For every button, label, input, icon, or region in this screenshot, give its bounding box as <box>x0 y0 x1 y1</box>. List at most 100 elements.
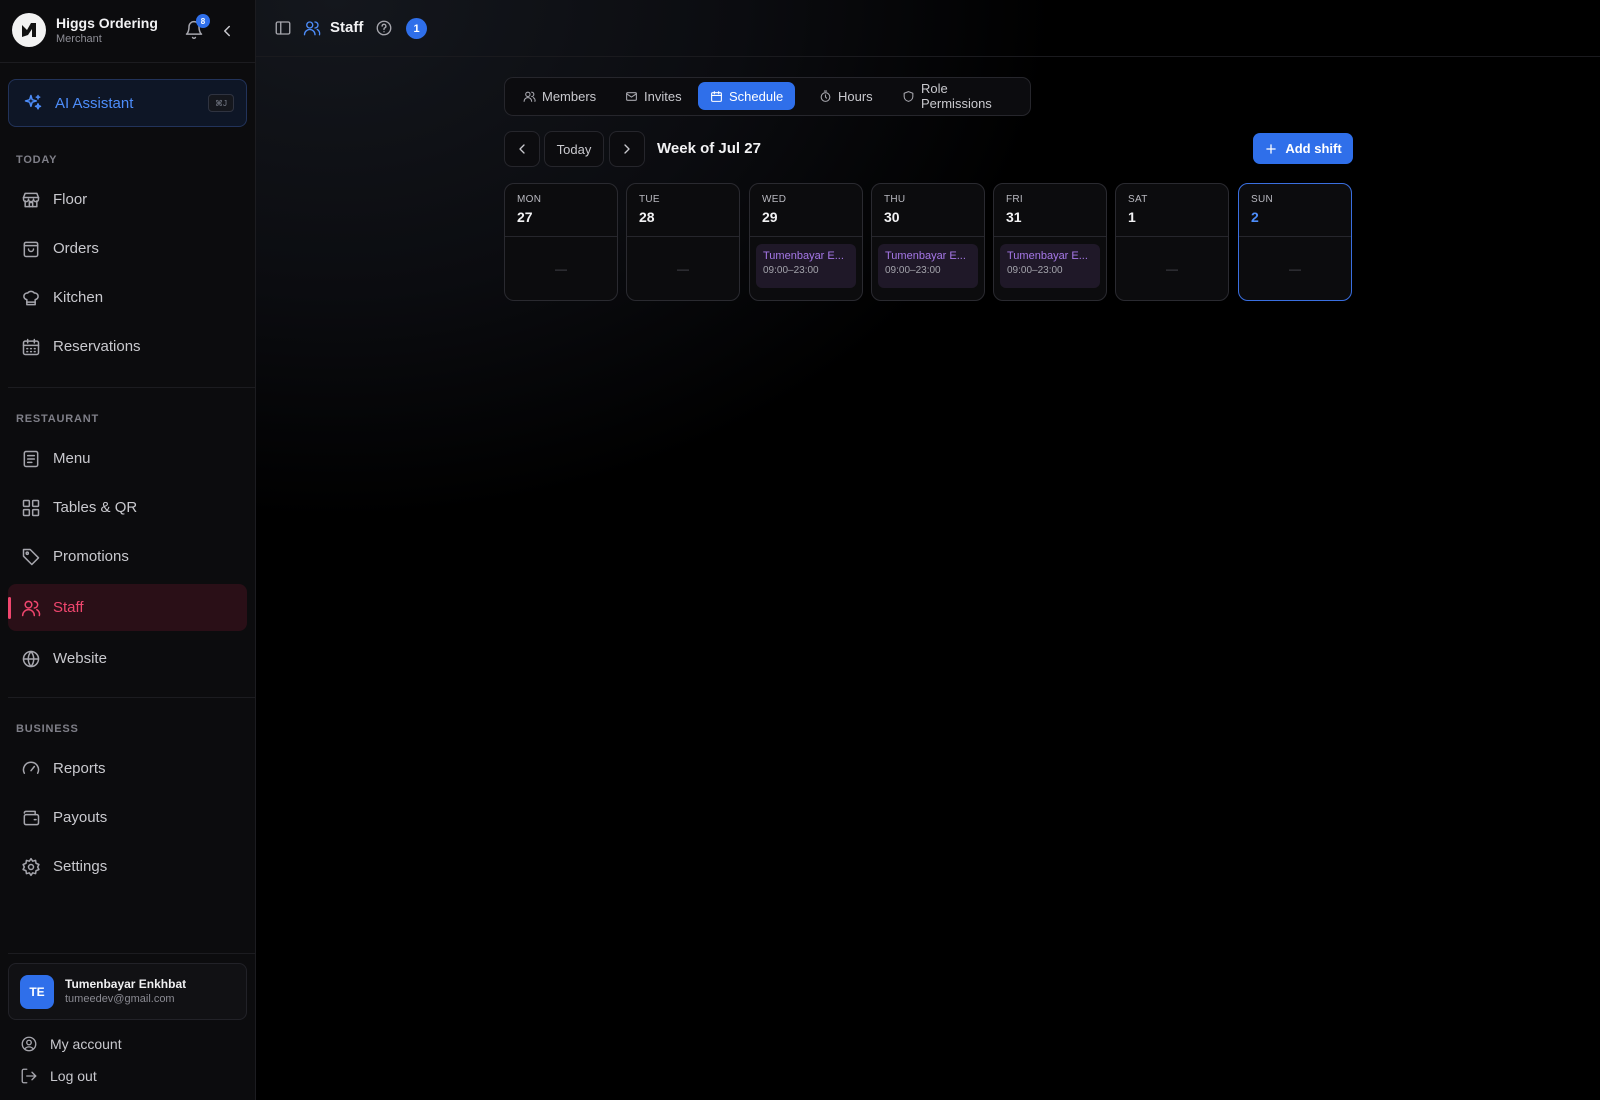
divider <box>0 62 256 63</box>
my-account-link[interactable]: My account <box>20 1035 122 1053</box>
tab-members[interactable]: Members <box>511 82 608 110</box>
day-column-tue[interactable]: TUE 28 — <box>626 183 740 301</box>
notification-badge: 8 <box>196 14 210 28</box>
store-icon <box>21 190 41 210</box>
sidebar-item-orders[interactable]: Orders <box>8 225 247 272</box>
section-label-restaurant: RESTAURANT <box>16 413 99 425</box>
day-column-sun[interactable]: SUN 2 — <box>1238 183 1352 301</box>
avatar: TE <box>20 974 54 1009</box>
next-week-button[interactable] <box>609 131 645 167</box>
calendar-icon <box>710 90 723 103</box>
shift-time: 09:00–23:00 <box>885 265 941 276</box>
plus-icon <box>1266 143 1277 154</box>
day-number: 30 <box>884 209 900 225</box>
shield-icon <box>902 90 915 103</box>
day-column-wed[interactable]: WED 29 Tumenbayar E... 09:00–23:00 <box>749 183 863 301</box>
section-label-business: BUSINESS <box>16 723 79 735</box>
sidebar-toggle-icon[interactable] <box>274 19 292 37</box>
previous-week-button[interactable] <box>504 131 540 167</box>
sidebar-item-tables-qr[interactable]: Tables & QR <box>8 484 247 531</box>
chevron-left-icon[interactable] <box>218 22 236 40</box>
calendar-icon <box>21 337 41 357</box>
sidebar-item-label: Menu <box>53 450 91 467</box>
shift-card[interactable]: Tumenbayar E... 09:00–23:00 <box>878 244 978 288</box>
day-name: SUN <box>1251 194 1274 205</box>
divider <box>8 697 256 698</box>
sidebar-item-settings[interactable]: Settings <box>8 843 247 890</box>
brand[interactable]: Higgs Ordering Merchant <box>12 13 158 47</box>
timer-icon <box>819 90 832 103</box>
today-button[interactable]: Today <box>544 131 604 167</box>
shopping-bag-icon <box>21 239 41 259</box>
sidebar-item-label: Payouts <box>53 809 108 826</box>
sidebar-item-promotions[interactable]: Promotions <box>8 533 247 580</box>
shift-card[interactable]: Tumenbayar E... 09:00–23:00 <box>1000 244 1100 288</box>
day-column-mon[interactable]: MON 27 — <box>504 183 618 301</box>
user-email: tumeedev@gmail.com <box>65 993 175 1005</box>
brand-name: Higgs Ordering <box>56 14 158 31</box>
users-icon <box>303 19 321 37</box>
grid-icon <box>21 498 41 518</box>
log-out-link[interactable]: Log out <box>20 1067 97 1085</box>
day-name: THU <box>884 194 906 205</box>
sidebar-item-label: Promotions <box>53 548 129 565</box>
shift-card[interactable]: Tumenbayar E... 09:00–23:00 <box>756 244 856 288</box>
sidebar-item-reservations[interactable]: Reservations <box>8 323 247 370</box>
tab-schedule[interactable]: Schedule <box>698 82 796 110</box>
sidebar-item-label: Tables & QR <box>53 499 138 516</box>
sidebar-item-label: Website <box>53 650 107 667</box>
sidebar-item-staff[interactable]: Staff <box>8 584 247 631</box>
wallet-icon <box>21 808 41 828</box>
add-shift-label: Add shift <box>1285 141 1342 156</box>
day-name: SAT <box>1128 194 1148 205</box>
shift-time: 09:00–23:00 <box>1007 265 1063 276</box>
sidebar-item-floor[interactable]: Floor <box>8 176 247 223</box>
page-title: Staff <box>330 19 364 36</box>
sidebar-item-label: Orders <box>53 240 99 257</box>
tab-hours[interactable]: Hours <box>807 82 885 110</box>
add-shift-button[interactable]: Add shift <box>1253 133 1353 164</box>
section-label-today: TODAY <box>16 154 58 166</box>
tab-label: Hours <box>838 88 873 104</box>
sidebar-item-label: Reservations <box>53 338 141 355</box>
sidebar: Higgs Ordering Merchant 8 AI Assistant ⌘… <box>0 0 256 1100</box>
sidebar-item-reports[interactable]: Reports <box>8 745 247 792</box>
empty-placeholder: — <box>1289 262 1301 276</box>
sidebar-item-label: Kitchen <box>53 289 104 306</box>
day-name: MON <box>517 194 542 205</box>
sidebar-item-website[interactable]: Website <box>8 635 247 682</box>
shift-time: 09:00–23:00 <box>763 265 819 276</box>
day-column-fri[interactable]: FRI 31 Tumenbayar E... 09:00–23:00 <box>993 183 1107 301</box>
help-icon[interactable] <box>375 19 393 37</box>
day-name: FRI <box>1006 194 1024 205</box>
brand-logo-icon <box>12 13 46 47</box>
count-badge: 1 <box>406 18 427 39</box>
my-account-label: My account <box>50 1036 122 1052</box>
gear-icon <box>21 857 41 877</box>
top-bar: Staff 1 <box>256 0 1600 57</box>
chevron-left-icon <box>519 144 525 154</box>
tab-label: Role Permissions <box>921 81 992 111</box>
divider <box>8 953 256 954</box>
day-column-sat[interactable]: SAT 1 — <box>1115 183 1229 301</box>
tab-label: Schedule <box>729 88 784 104</box>
day-column-thu[interactable]: THU 30 Tumenbayar E... 09:00–23:00 <box>871 183 985 301</box>
staff-tabs: Members Invites Schedule Hours Role Perm… <box>504 77 1031 116</box>
shift-staff-name: Tumenbayar E... <box>1007 250 1088 262</box>
user-card[interactable]: TE Tumenbayar Enkhbat tumeedev@gmail.com <box>8 963 247 1020</box>
day-number: 28 <box>639 209 655 225</box>
tab-label: Members <box>542 88 597 104</box>
users-icon <box>21 598 41 618</box>
tab-role-permissions[interactable]: Role Permissions <box>890 81 1030 111</box>
empty-placeholder: — <box>677 262 689 276</box>
ai-assistant-button[interactable]: AI Assistant ⌘J <box>8 79 247 127</box>
sidebar-item-menu[interactable]: Menu <box>8 435 247 482</box>
sidebar-item-kitchen[interactable]: Kitchen <box>8 274 247 321</box>
sidebar-item-label: Floor <box>53 191 88 208</box>
day-number: 29 <box>762 209 778 225</box>
sidebar-item-label: Reports <box>53 760 106 777</box>
divider <box>8 387 256 388</box>
tab-invites[interactable]: Invites <box>613 82 694 110</box>
day-number: 27 <box>517 209 533 225</box>
sidebar-item-payouts[interactable]: Payouts <box>8 794 247 841</box>
